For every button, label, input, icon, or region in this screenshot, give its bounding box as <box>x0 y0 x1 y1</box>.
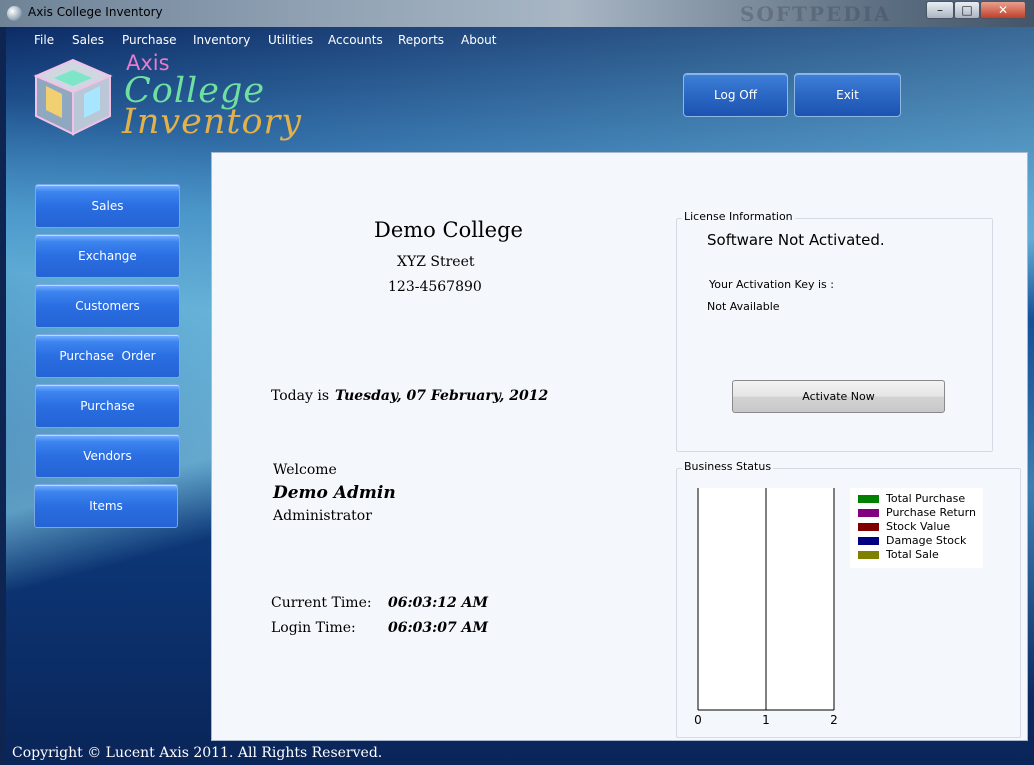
current-time-label: Current Time: <box>271 595 372 611</box>
legend-swatch <box>858 509 879 517</box>
college-name: Demo College <box>374 218 523 242</box>
window-border <box>0 27 6 765</box>
college-phone: 123-4567890 <box>388 279 482 295</box>
minimize-button[interactable]: – <box>926 1 954 19</box>
user-role: Administrator <box>273 508 372 524</box>
legend-label: Stock Value <box>886 520 951 533</box>
menu-purchase[interactable]: Purchase <box>122 33 177 47</box>
user-name: Demo Admin <box>273 483 396 503</box>
license-status: Software Not Activated. <box>707 231 885 249</box>
current-time-value: 06:03:12 AM <box>388 595 489 611</box>
chart-x-tick-label: 2 <box>830 713 838 727</box>
license-info-title: License Information <box>682 210 795 223</box>
menu-about[interactable]: About <box>461 33 496 47</box>
sidebar-item-items[interactable]: Items <box>34 484 178 528</box>
menu-accounts[interactable]: Accounts <box>328 33 383 47</box>
watermark-text: SOFTPEDIA <box>740 2 892 26</box>
today-date: Tuesday, 07 February, 2012 <box>335 388 549 404</box>
welcome-label: Welcome <box>273 462 337 478</box>
login-time-value: 06:03:07 AM <box>388 620 489 636</box>
log-off-button[interactable]: Log Off <box>683 73 788 117</box>
sidebar-item-vendors[interactable]: Vendors <box>35 434 180 478</box>
legend-swatch <box>858 537 879 545</box>
maximize-button[interactable]: □ <box>954 1 980 19</box>
cube-logo-icon <box>33 58 113 136</box>
login-time-label: Login Time: <box>271 620 356 636</box>
activation-key-label: Your Activation Key is : <box>709 278 834 291</box>
chart-x-tick-label: 0 <box>694 713 702 727</box>
menu-utilities[interactable]: Utilities <box>268 33 313 47</box>
chart-legend: Total Purchase Purchase Return Stock Value… <box>850 488 983 568</box>
license-info-group <box>676 218 993 452</box>
sidebar-item-sales[interactable]: Sales <box>35 184 180 228</box>
activate-now-button[interactable]: Activate Now <box>732 380 945 413</box>
menu-sales[interactable]: Sales <box>72 33 104 47</box>
sidebar-item-exchange[interactable]: Exchange <box>35 234 180 278</box>
copyright-text: Copyright © Lucent Axis 2011. All Rights… <box>12 745 383 761</box>
sidebar-item-purchase-order[interactable]: Purchase Order <box>35 334 180 378</box>
window-title: Axis College Inventory <box>28 5 163 19</box>
menu-file[interactable]: File <box>34 33 54 47</box>
legend-swatch <box>858 551 879 559</box>
legend-swatch <box>858 495 879 503</box>
business-status-title: Business Status <box>682 460 774 473</box>
college-street: XYZ Street <box>397 254 475 270</box>
app-icon <box>7 6 22 21</box>
chart-x-tick-label: 1 <box>762 713 770 727</box>
menu-reports[interactable]: Reports <box>398 33 444 47</box>
business-status-chart: 0 1 2 <box>694 488 838 727</box>
menu-bar: File Sales Purchase Inventory Utilities … <box>0 28 520 50</box>
logo-text-inventory: Inventory <box>122 102 303 142</box>
today-label: Today is <box>271 388 330 404</box>
close-button[interactable]: ✕ <box>980 1 1026 19</box>
legend-label: Total Sale <box>886 548 939 561</box>
exit-button[interactable]: Exit <box>794 73 901 117</box>
sidebar-item-purchase[interactable]: Purchase <box>35 384 180 428</box>
legend-label: Damage Stock <box>886 534 967 547</box>
sidebar-item-customers[interactable]: Customers <box>35 284 180 328</box>
legend-label: Total Purchase <box>886 492 966 505</box>
legend-swatch <box>858 523 879 531</box>
legend-label: Purchase Return <box>886 506 976 519</box>
menu-inventory[interactable]: Inventory <box>193 33 250 47</box>
activation-key-value: Not Available <box>707 300 780 313</box>
title-bar[interactable]: Axis College Inventory SOFTPEDIA – □ ✕ <box>0 0 1034 27</box>
